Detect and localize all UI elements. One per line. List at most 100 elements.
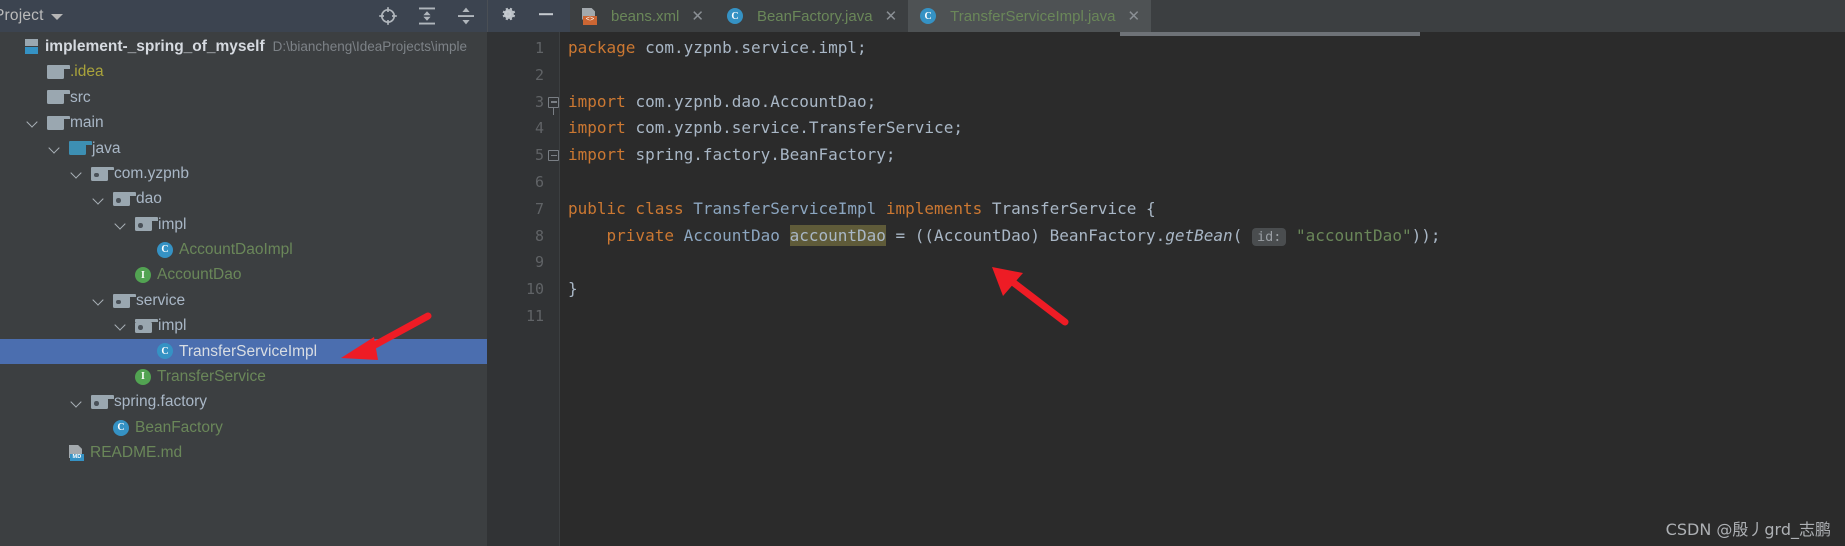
- code-token: TransferServiceImpl: [693, 198, 886, 218]
- tree-item-impl[interactable]: impl: [0, 212, 487, 237]
- code-token: import: [568, 145, 636, 165]
- tree-item-dao[interactable]: dao: [0, 186, 487, 211]
- editor-tab-beanfactory-java[interactable]: C BeanFactory.java ✕: [714, 0, 909, 32]
- tree-item-label: com.yzpnb: [114, 164, 189, 182]
- line-number: 2: [534, 65, 544, 84]
- tree-item-label: TransferServiceImpl: [179, 342, 318, 360]
- java-class-icon: C: [920, 8, 937, 24]
- minimize-icon[interactable]: [536, 4, 556, 29]
- source-folder-icon: [69, 141, 92, 156]
- code-token: com.yzpnb.service.TransferService;: [635, 118, 963, 138]
- project-tool-window: Project: [0, 0, 487, 546]
- tree-item-readme-md[interactable]: MD README.md: [0, 440, 487, 465]
- code-token: implements: [885, 198, 992, 218]
- editor-tab-label: beans.xml: [611, 7, 680, 25]
- tree-item-beanfactory[interactable]: C BeanFactory: [0, 415, 487, 440]
- chevron-down-icon[interactable]: [72, 168, 83, 179]
- project-tree[interactable]: implement-_spring_of_myself D:\biancheng\…: [0, 32, 487, 546]
- code-content[interactable]: package com.yzpnb.service.impl; import co…: [560, 32, 1845, 546]
- collapse-all-icon[interactable]: [455, 5, 477, 27]
- tree-item-transferserviceimpl[interactable]: C TransferServiceImpl: [0, 338, 487, 365]
- line-number: 5: [487, 142, 560, 169]
- tree-item-transferservice[interactable]: I TransferService: [0, 364, 487, 389]
- parameter-hint: id:: [1251, 227, 1287, 246]
- java-class-icon: C: [157, 241, 173, 258]
- tree-item-service[interactable]: service: [0, 288, 487, 313]
- horizontal-scrollbar[interactable]: [1120, 32, 1420, 36]
- code-fold-toggle-icon[interactable]: [548, 96, 559, 115]
- markdown-file-icon: MD: [69, 444, 84, 461]
- code-editor[interactable]: 1 2 3 4 5 6 7 8 9 10 11 package com.yzpnb.service.…: [487, 32, 1845, 546]
- code-token: }: [568, 279, 578, 299]
- line-number: 11: [525, 306, 544, 325]
- project-toolbar-icons: [377, 5, 477, 27]
- tree-item-idea[interactable]: .idea: [0, 59, 487, 84]
- tree-item-implement-spring-of-myself[interactable]: implement-_spring_of_myself D:\biancheng\…: [0, 34, 487, 59]
- tree-item-java[interactable]: java: [0, 136, 487, 161]
- tree-item-label: implement-_spring_of_myself: [45, 37, 265, 55]
- code-token: TransferService {: [991, 198, 1156, 218]
- settings-gear-icon[interactable]: [498, 4, 518, 29]
- locate-target-icon[interactable]: [377, 5, 399, 27]
- code-token: private: [568, 225, 684, 245]
- editor-tab-bar: <> beans.xml ✕ C BeanFactory.java ✕ C TransferS…: [487, 0, 1845, 32]
- expand-all-icon[interactable]: [416, 5, 438, 27]
- code-token: public class: [568, 198, 694, 218]
- tree-item-spring-factory[interactable]: spring.factory: [0, 389, 487, 414]
- chevron-down-icon[interactable]: [50, 14, 63, 20]
- package-icon: [135, 318, 158, 333]
- tree-item-accountdaoimpl[interactable]: C AccountDaoImpl: [0, 237, 487, 262]
- close-icon[interactable]: ✕: [1128, 9, 1141, 24]
- project-tool-window-header[interactable]: Project: [0, 7, 63, 25]
- code-line: import com.yzpnb.service.TransferService…: [560, 115, 1845, 142]
- code-token: com.yzpnb.dao.AccountDao;: [635, 91, 877, 111]
- chevron-down-icon[interactable]: [116, 219, 127, 230]
- tree-item-label: .idea: [70, 63, 104, 81]
- editor-tab-label: TransferServiceImpl.java: [950, 7, 1116, 25]
- folder-icon: [47, 90, 70, 105]
- editor-tab-beans-xml[interactable]: <> beans.xml ✕: [570, 0, 715, 32]
- tree-item-main[interactable]: main: [0, 110, 487, 135]
- chevron-down-icon[interactable]: [94, 194, 105, 205]
- watermark-text: CSDN @殷丿grd_志鹏: [1665, 520, 1831, 539]
- package-icon: [113, 293, 136, 308]
- code-token: com.yzpnb.service.impl;: [645, 38, 867, 57]
- tree-item-label: service: [136, 291, 186, 309]
- chevron-down-icon[interactable]: [50, 143, 61, 154]
- tree-item-com-yzpnb[interactable]: com.yzpnb: [0, 161, 487, 186]
- java-interface-icon: I: [135, 267, 151, 284]
- tree-item-label: AccountDao: [157, 266, 242, 284]
- line-number-gutter: 1 2 3 4 5 6 7 8 9 10 11: [487, 32, 560, 546]
- code-token: package: [568, 38, 646, 57]
- code-token: import: [568, 91, 636, 111]
- package-icon: [91, 166, 114, 181]
- java-class-icon: C: [113, 419, 129, 436]
- tree-item-label: dao: [136, 190, 162, 208]
- code-token: accountDao: [789, 224, 886, 246]
- code-token: spring.factory.BeanFactory;: [635, 145, 896, 165]
- line-number: 8: [534, 226, 544, 245]
- close-icon[interactable]: ✕: [691, 9, 704, 24]
- editor-tab-transferserviceimpl-java[interactable]: C TransferServiceImpl.java ✕: [908, 0, 1152, 32]
- tree-item-src[interactable]: src: [0, 85, 487, 110]
- idea-window: Project: [0, 0, 1845, 546]
- tree-item-accountdao[interactable]: I AccountDao: [0, 263, 487, 288]
- close-icon[interactable]: ✕: [885, 9, 898, 24]
- code-fold-end-icon[interactable]: [548, 150, 559, 162]
- editor-area: <> beans.xml ✕ C BeanFactory.java ✕ C TransferS…: [487, 0, 1845, 546]
- tree-item-label: BeanFactory: [135, 418, 223, 436]
- tree-item-label: spring.factory: [114, 393, 208, 411]
- chevron-down-icon[interactable]: [72, 397, 83, 408]
- chevron-down-icon[interactable]: [116, 320, 127, 331]
- chevron-down-icon[interactable]: [28, 117, 39, 128]
- chevron-down-icon[interactable]: [94, 295, 105, 306]
- tree-item-impl[interactable]: impl: [0, 313, 487, 338]
